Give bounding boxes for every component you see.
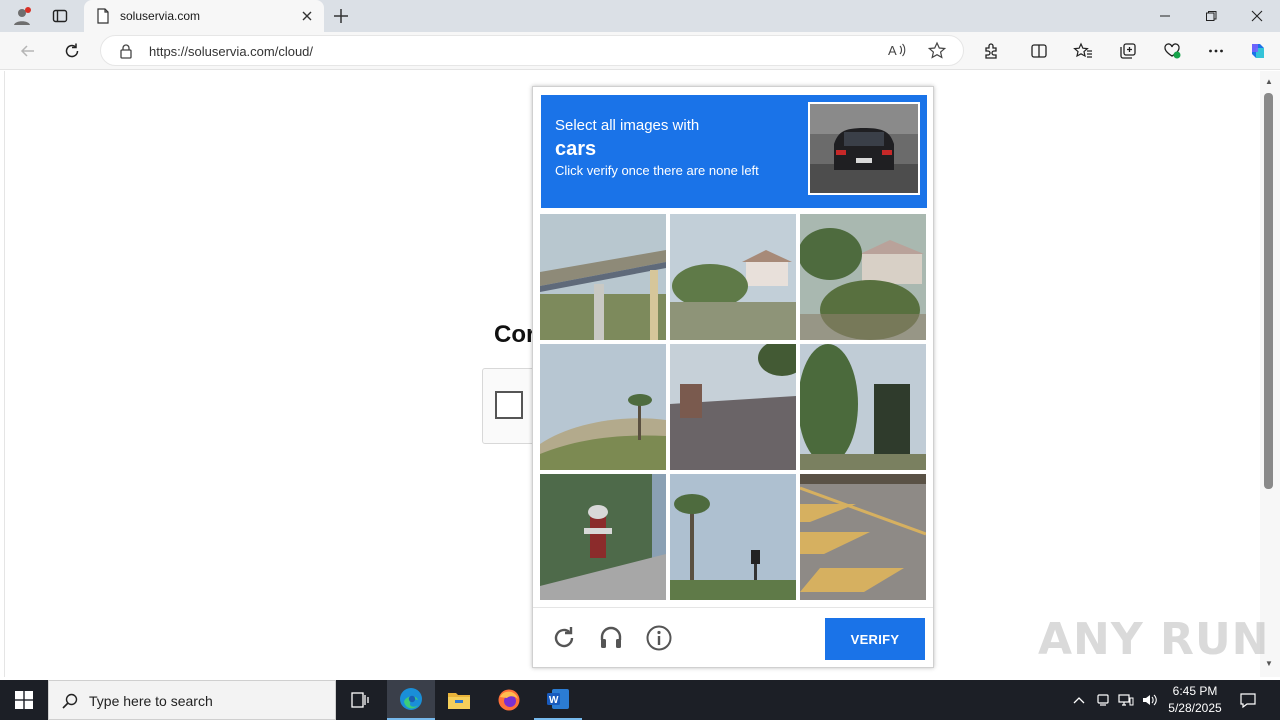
close-tab-icon[interactable] [298,7,316,25]
image-tile-hydrant[interactable] [540,474,666,600]
taskbar-search[interactable]: Type here to search [48,680,336,720]
svg-text:A: A [888,43,897,58]
sample-car-image [808,102,920,195]
captcha-target: cars [555,138,597,160]
favorite-star-icon[interactable] [927,41,949,61]
new-tab-icon[interactable] [330,5,352,27]
audio-challenge-icon[interactable] [597,624,625,652]
captcha-subinstruction: Click verify once there are none left [555,163,759,178]
split-screen-icon[interactable] [1025,38,1053,64]
image-tile-palms-house[interactable] [800,214,926,340]
page-icon [96,8,110,29]
image-tile-overpass[interactable] [540,214,666,340]
info-icon[interactable] [645,624,673,652]
svg-text:W: W [549,695,559,706]
captcha-footer: VERIFY [533,607,933,667]
scroll-up-icon[interactable]: ▲ [1264,77,1274,87]
url-text[interactable]: https://soluservia.com/cloud/ [149,44,313,59]
file-explorer-icon[interactable] [435,680,483,720]
extensions-icon[interactable] [977,38,1005,64]
refresh-icon[interactable] [58,38,86,64]
restore-icon[interactable] [1188,0,1234,32]
captcha-challenge: Select all images with cars Click verify… [532,86,934,668]
tab-actions-icon[interactable] [47,4,73,28]
image-tile-palm-hill[interactable] [540,344,666,470]
clock-date: 5/28/2025 [1168,701,1222,715]
captcha-header: Select all images with cars Click verify… [541,95,927,208]
system-clock[interactable]: 6:45 PM 5/28/2025 [1162,683,1228,717]
collections-icon[interactable] [1114,38,1142,64]
taskbar: Type here to search W 6:45 PM 5/28/2025 [0,680,1280,720]
active-tab[interactable]: soluservia.com [84,0,324,32]
page-scrollbar[interactable]: ▲ ▼ [1260,71,1280,677]
edge-taskbar-icon[interactable] [387,680,435,720]
back-icon[interactable] [14,38,42,64]
close-window-icon[interactable] [1234,0,1280,32]
clock-time: 6:45 PM [1172,684,1218,698]
more-options-icon[interactable] [1202,38,1230,64]
tab-title: soluservia.com [120,9,201,23]
profile-icon[interactable] [9,4,35,28]
reload-challenge-icon[interactable] [550,624,578,652]
favorites-icon[interactable] [1069,38,1097,64]
volume-icon[interactable] [1140,680,1160,720]
lock-icon[interactable] [119,43,133,64]
word-icon[interactable]: W [534,680,582,720]
minimize-icon[interactable] [1142,0,1188,32]
image-tile-roof-chimney[interactable] [670,344,796,470]
browser-toolbar: https://soluservia.com/cloud/ A [0,32,1280,70]
read-aloud-icon[interactable]: A [887,41,909,61]
address-bar[interactable]: https://soluservia.com/cloud/ A [100,35,964,66]
search-icon [61,692,79,715]
firefox-icon[interactable] [485,680,533,720]
windows-start-icon[interactable] [0,680,48,720]
image-tile-road[interactable] [800,474,926,600]
copilot-icon[interactable] [1244,38,1272,64]
verification-checkbox[interactable] [495,391,523,419]
network-icon[interactable] [1116,680,1136,720]
captcha-instruction: Select all images with [555,117,700,134]
image-grid [540,214,928,602]
notifications-icon[interactable] [1236,680,1260,720]
scroll-thumb[interactable] [1264,93,1273,489]
watermark: ANY RUN [1038,614,1270,665]
show-hidden-icons[interactable] [1068,680,1090,720]
search-placeholder: Type here to search [89,693,213,709]
task-view-icon[interactable] [336,680,384,720]
verify-button[interactable]: VERIFY [825,618,925,660]
device-icon[interactable] [1093,680,1113,720]
image-tile-trees[interactable] [800,344,926,470]
image-tile-traffic-light[interactable] [670,474,796,600]
image-tile-houses[interactable] [670,214,796,340]
tab-strip: soluservia.com [0,0,1280,32]
browser-essentials-icon[interactable] [1158,38,1186,64]
page-heading: Cor [494,321,536,348]
